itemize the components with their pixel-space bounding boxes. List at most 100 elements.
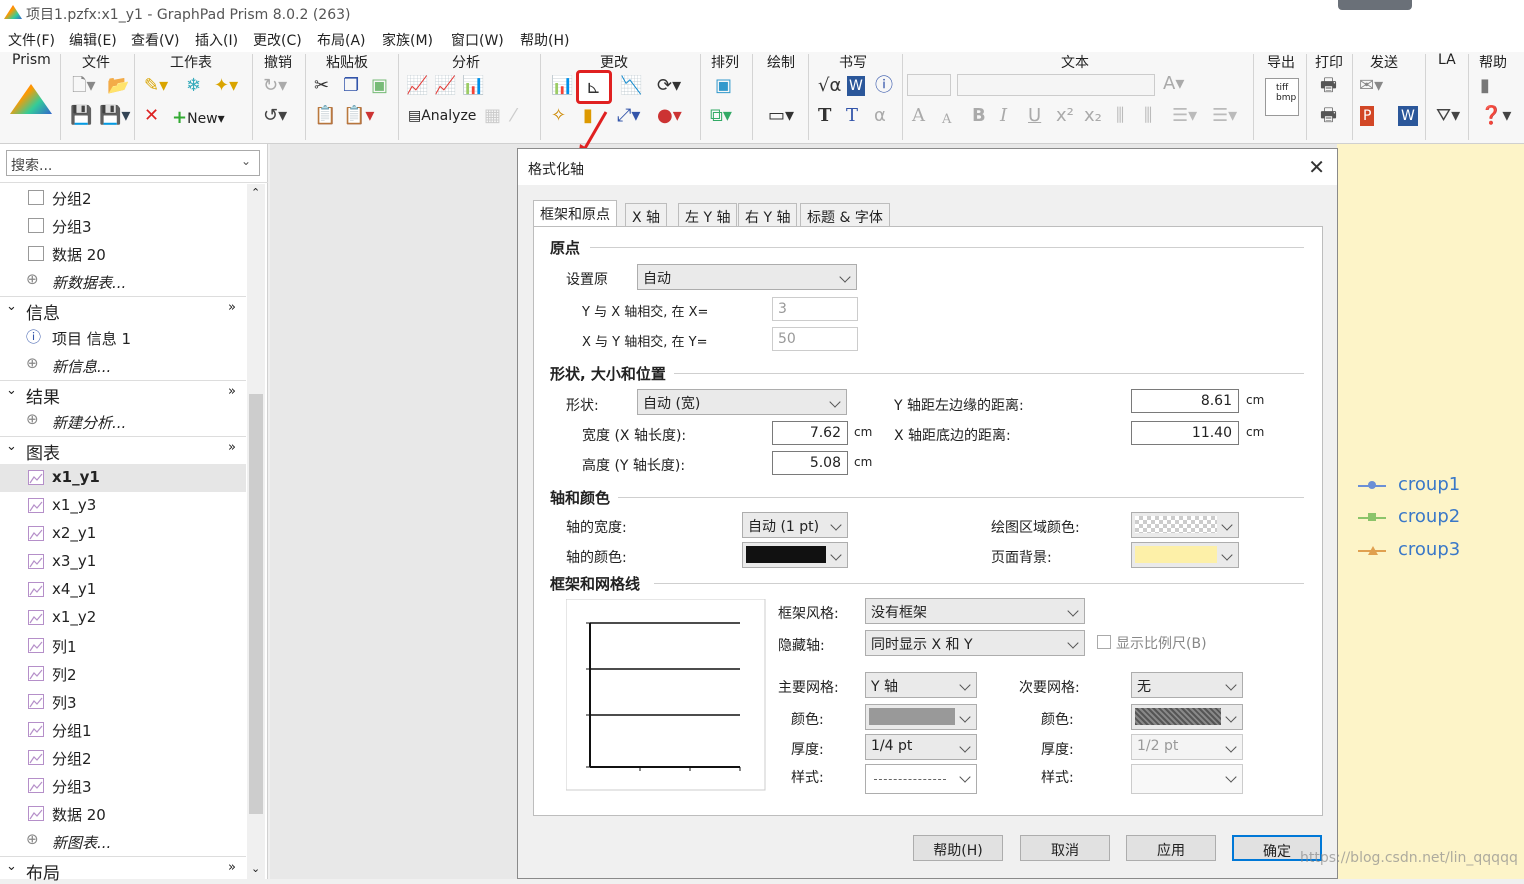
list-item[interactable]: 分组2 <box>0 184 246 212</box>
format-axes-icon[interactable]: ⊾ <box>576 70 612 104</box>
page-background-select[interactable] <box>1131 542 1239 568</box>
new-info-link[interactable]: ⊕ 新信息... <box>0 352 246 380</box>
y-left-distance-input[interactable]: 8.61 <box>1131 389 1239 413</box>
apply-button[interactable]: 应用 <box>1126 835 1216 861</box>
superscript-icon[interactable]: x² <box>1056 106 1074 126</box>
print-icon[interactable]: 🖶 <box>1320 76 1337 96</box>
scroll-up-icon[interactable]: ⌃ <box>251 186 260 199</box>
major-color-select[interactable] <box>865 704 977 730</box>
graph-list-item[interactable]: 分组3 <box>0 772 246 800</box>
arrange-icon[interactable]: ▣ <box>715 76 732 96</box>
copy-icon[interactable]: ❐ <box>343 76 359 96</box>
scrollbar-thumb[interactable] <box>249 394 263 814</box>
plot-area-color-select[interactable] <box>1131 512 1239 538</box>
save-as-icon[interactable]: 💾▾ <box>99 106 130 126</box>
magic-wand-icon[interactable]: ✦▾ <box>214 76 238 96</box>
show-scale-checkbox[interactable] <box>1097 635 1111 649</box>
table-icon[interactable]: ▦ <box>484 106 501 126</box>
chart-stats-icon[interactable]: 📊 <box>462 76 484 96</box>
tab-left-y-axis[interactable]: 左 Y 轴 <box>678 203 738 227</box>
format-graph-icon[interactable]: 📉 <box>620 76 642 96</box>
snowflake-icon[interactable]: ❄ <box>186 76 201 96</box>
axis-thickness-select[interactable]: 自动 (1 pt) <box>742 512 848 538</box>
align-icon[interactable]: ⧉▾ <box>710 106 732 126</box>
refresh-icon[interactable]: ⟳▾ <box>657 76 681 96</box>
delete-icon[interactable]: ✕ <box>144 106 159 126</box>
menu-insert[interactable]: 插入(I) <box>195 30 238 50</box>
section-info-header[interactable]: ⌄ 信息» <box>0 296 246 324</box>
increase-font-icon[interactable]: A <box>912 106 925 126</box>
minor-thickness-select[interactable]: 1/2 pt <box>1131 734 1243 760</box>
x-bottom-distance-input[interactable]: 11.40 <box>1131 421 1239 445</box>
new-data-table-link[interactable]: ⊕ 新数据表... <box>0 268 246 296</box>
graph-list-item[interactable]: 列2 <box>0 660 246 688</box>
underline-icon[interactable]: U <box>1028 106 1041 126</box>
set-origin-select[interactable]: 自动 <box>637 264 857 290</box>
minor-style-select[interactable] <box>1131 764 1243 794</box>
info-icon[interactable]: ⓘ <box>875 76 893 96</box>
height-input[interactable]: 5.08 <box>772 451 848 475</box>
color-scheme-icon[interactable]: ●▾ <box>657 106 682 126</box>
tab-titles-fonts[interactable]: 标题 & 字体 <box>800 203 890 227</box>
chart-line-icon[interactable]: 📈 <box>406 76 428 96</box>
sidebar-scrollbar[interactable]: ⌃ ⌄ <box>247 184 265 879</box>
redo-icon[interactable]: ↻▾ <box>263 76 287 96</box>
paste-options-icon[interactable]: 📋▾ <box>343 106 374 126</box>
menu-view[interactable]: 查看(V) <box>131 30 180 50</box>
align-text-icon[interactable]: ☰▾ <box>1172 106 1197 126</box>
major-grid-select[interactable]: Y 轴 <box>865 672 977 698</box>
menu-change[interactable]: 更改(C) <box>253 30 302 50</box>
graph-list-item[interactable]: 数据 20 <box>0 800 246 828</box>
list-item[interactable]: 数据 20 <box>0 240 246 268</box>
graph-list-item[interactable]: x1_y1 <box>0 464 246 492</box>
chart-curve-icon[interactable]: 📈 <box>434 76 456 96</box>
tab-frame-origin[interactable]: 框架和原点 <box>533 200 617 228</box>
undo-icon[interactable]: ↺▾ <box>263 106 287 126</box>
graph-list-item[interactable]: 分组1 <box>0 716 246 744</box>
equation-icon[interactable]: √α <box>818 76 841 96</box>
scale-icon[interactable]: ⤢▾ <box>617 106 640 126</box>
italic-icon[interactable]: I <box>1000 106 1007 126</box>
menu-file[interactable]: 文件(F) <box>8 30 55 50</box>
greek-icon[interactable]: ⫼ <box>1144 106 1152 126</box>
print-preview-icon[interactable]: 🖶 <box>1320 106 1337 126</box>
graph-list-item[interactable]: x1_y3 <box>0 492 246 520</box>
bold-icon[interactable]: B <box>972 106 986 126</box>
tab-x-axis[interactable]: X 轴 <box>625 203 668 227</box>
alpha-icon[interactable]: α <box>874 106 886 126</box>
width-input[interactable]: 7.62 <box>772 421 848 445</box>
graph-list-item[interactable]: 列1 <box>0 632 246 660</box>
shape-select[interactable]: 自动 (宽) <box>637 389 847 415</box>
expand-icon[interactable]: » <box>228 440 236 455</box>
scroll-down-icon[interactable]: ⌄ <box>251 862 260 875</box>
text-tool-icon[interactable]: T <box>818 106 831 126</box>
graph-type-icon[interactable]: 📊 <box>551 76 573 96</box>
graph-list-item[interactable]: x3_y1 <box>0 548 246 576</box>
new-analysis-link[interactable]: ⊕ 新建分析... <box>0 408 246 436</box>
symbol-icon[interactable]: ⫼ <box>1116 106 1124 126</box>
list-item[interactable]: ⓘ 项目 信息 1 <box>0 324 246 352</box>
wand-disabled-icon[interactable]: ⁄ <box>512 106 515 126</box>
y-cross-input[interactable]: 3 <box>772 297 858 321</box>
rectangle-icon[interactable]: ▭▾ <box>768 106 794 126</box>
menu-family[interactable]: 家族(M) <box>382 30 433 50</box>
tab-right-y-axis[interactable]: 右 Y 轴 <box>738 203 798 227</box>
major-thickness-select[interactable]: 1/4 pt <box>865 734 977 760</box>
subscript-icon[interactable]: x₂ <box>1084 106 1102 126</box>
graph-list-item[interactable]: x2_y1 <box>0 520 246 548</box>
font-family-select[interactable] <box>957 74 1155 96</box>
export-tiff-icon[interactable]: tiff bmp <box>1265 78 1299 116</box>
font-color-icon[interactable]: A▾ <box>1163 74 1184 94</box>
new-file-icon[interactable]: 🗋▾ <box>72 76 96 96</box>
menu-help[interactable]: 帮助(H) <box>520 30 569 50</box>
powerpoint-icon[interactable]: P <box>1360 106 1375 126</box>
open-file-icon[interactable]: 📂 <box>107 76 129 96</box>
graph-list-item[interactable]: x1_y2 <box>0 604 246 632</box>
search-input[interactable]: 搜索... ⌄ <box>6 150 260 176</box>
minor-grid-select[interactable]: 无 <box>1131 672 1243 698</box>
close-icon[interactable]: ✕ <box>1308 155 1325 179</box>
new-graph-link[interactable]: ⊕ 新图表... <box>0 828 246 856</box>
expand-icon[interactable]: » <box>228 300 236 315</box>
graph-list-item[interactable]: x4_y1 <box>0 576 246 604</box>
section-results-header[interactable]: ⌄ 结果» <box>0 380 246 408</box>
